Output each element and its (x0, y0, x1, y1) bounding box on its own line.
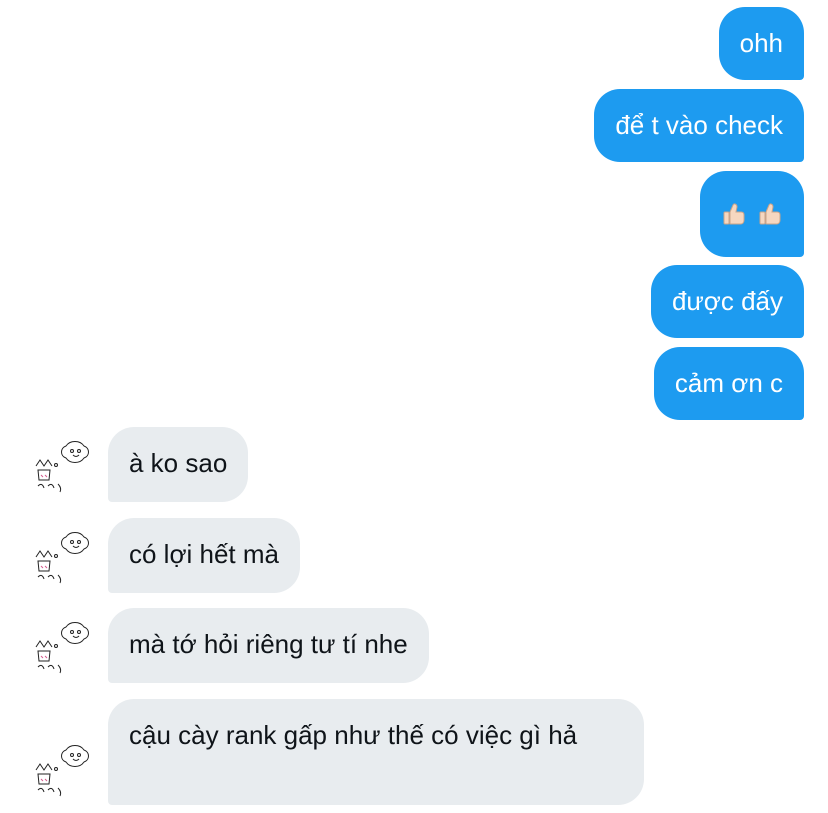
avatar[interactable] (32, 740, 96, 804)
avatar[interactable] (32, 617, 96, 681)
outgoing-message[interactable]: để t vào check (594, 89, 804, 162)
incoming-message[interactable]: à ko sao (108, 427, 249, 502)
incoming-message[interactable]: mà tớ hỏi riêng tư tí nhe (108, 608, 429, 683)
message-text: cậu cày rank gấp như thế có việc gì hả (129, 720, 578, 750)
outgoing-message[interactable] (700, 171, 804, 257)
message-text: cảm ơn c (674, 368, 783, 398)
incoming-message[interactable]: cậu cày rank gấp như thế có việc gì hả (108, 699, 644, 805)
message-text: có lợi hết mà (129, 539, 279, 569)
message-text: ohh (739, 28, 783, 58)
incoming-message[interactable]: có lợi hết mà (108, 518, 300, 593)
avatar[interactable] (32, 436, 96, 500)
outgoing-message[interactable]: được đấy (650, 265, 804, 338)
outgoing-message[interactable]: ohh (718, 7, 804, 80)
thumbs-up-icon (759, 203, 781, 225)
message-text: để t vào check (615, 110, 783, 140)
outgoing-message[interactable]: cảm ơn c (653, 347, 804, 420)
avatar[interactable] (32, 527, 96, 591)
thumbs-up-icon (723, 203, 745, 225)
message-text: mà tớ hỏi riêng tư tí nhe (129, 629, 408, 659)
emoji-row (721, 197, 783, 231)
message-text: được đấy (671, 286, 783, 316)
message-text: à ko sao (129, 448, 228, 478)
